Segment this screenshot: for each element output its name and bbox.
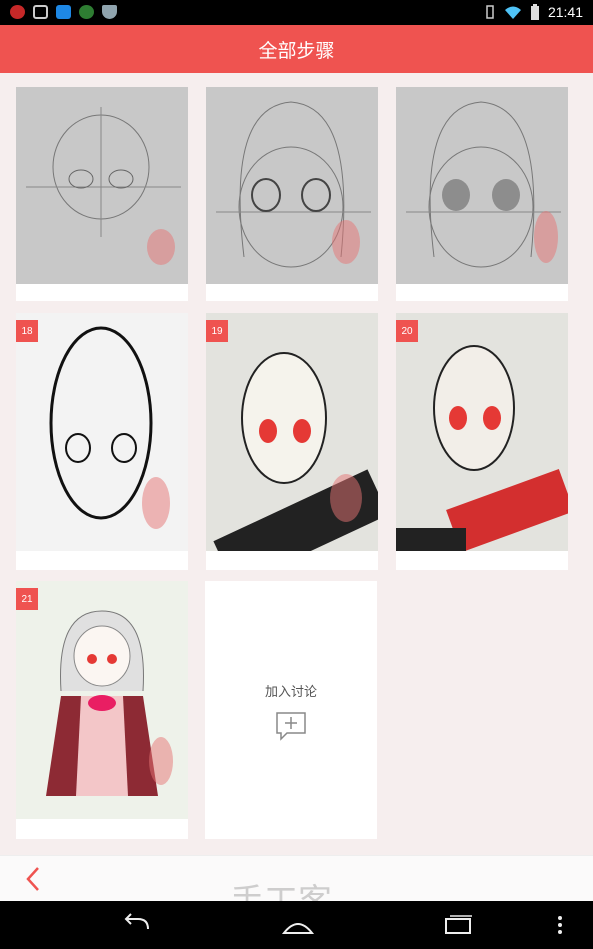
join-discussion-label: 加入讨论 bbox=[264, 685, 317, 700]
step-image bbox=[206, 313, 378, 551]
step-image bbox=[16, 313, 188, 551]
bottom-bar: 手工客 bbox=[0, 855, 593, 922]
join-discussion-card[interactable]: 加入讨论 bbox=[205, 581, 377, 839]
recents-icon[interactable] bbox=[438, 911, 478, 939]
step-card[interactable] bbox=[396, 87, 568, 301]
step-number-badge: 19 bbox=[206, 320, 228, 342]
battery-icon bbox=[530, 4, 539, 20]
step-number-badge: 20 bbox=[396, 320, 418, 342]
step-card[interactable] bbox=[206, 87, 378, 301]
back-chevron-icon[interactable] bbox=[20, 864, 46, 894]
step-image bbox=[206, 87, 378, 284]
step-image bbox=[396, 313, 568, 551]
app-icon bbox=[56, 5, 71, 19]
steps-grid: 18 19 20 21 加入讨论 bbox=[0, 73, 593, 855]
step-number-badge: 18 bbox=[16, 320, 38, 342]
step-card[interactable]: 20 bbox=[396, 313, 568, 570]
app-bar: 全部步骤 bbox=[0, 25, 593, 73]
step-number-badge: 21 bbox=[16, 588, 38, 610]
step-card[interactable]: 19 bbox=[206, 313, 378, 570]
wifi-icon bbox=[504, 6, 521, 19]
notification-red-icon bbox=[10, 5, 25, 19]
step-image bbox=[396, 87, 568, 284]
image-icon bbox=[33, 5, 48, 19]
step-card[interactable]: 18 bbox=[16, 313, 188, 570]
step-image bbox=[16, 87, 188, 284]
status-bar: 21:41 bbox=[0, 0, 593, 25]
clock: 21:41 bbox=[547, 4, 583, 20]
home-icon[interactable] bbox=[278, 911, 318, 939]
step-card[interactable]: 21 bbox=[16, 581, 188, 839]
step-card[interactable] bbox=[16, 87, 188, 301]
vibrate-icon bbox=[486, 5, 494, 19]
menu-icon[interactable] bbox=[550, 911, 570, 939]
shield-icon bbox=[102, 5, 117, 19]
step-image bbox=[16, 581, 188, 819]
badge-icon bbox=[79, 5, 94, 19]
page-title: 全部步骤 bbox=[258, 39, 335, 62]
system-nav-bar bbox=[0, 901, 593, 949]
back-icon[interactable] bbox=[118, 911, 158, 939]
add-comment-icon bbox=[276, 712, 306, 741]
